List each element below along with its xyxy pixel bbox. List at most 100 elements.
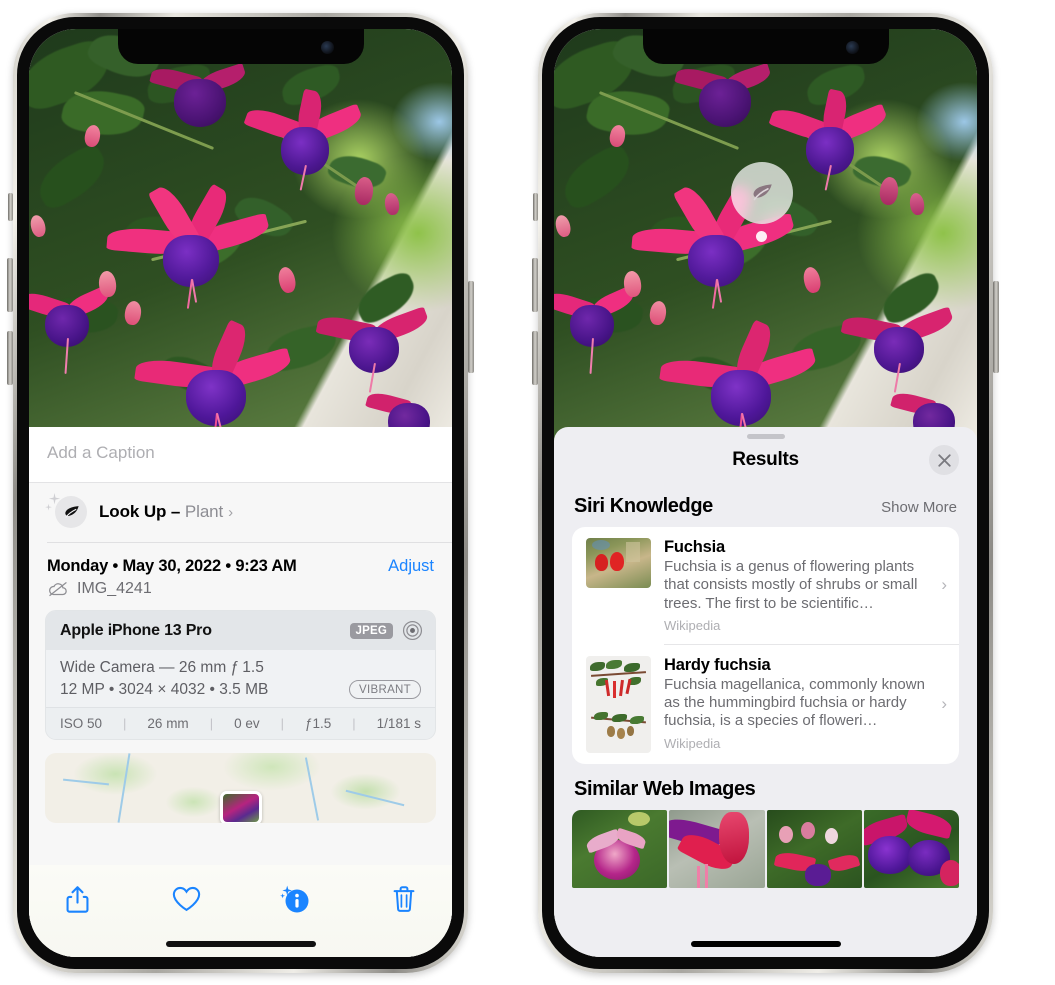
share-button[interactable]: [55, 879, 99, 919]
exif-iso: ISO 50: [60, 716, 103, 731]
info-button[interactable]: [273, 879, 317, 919]
camera-card-body: Wide Camera — 26 mm ƒ 1.5 12 MP • 3024 ×…: [46, 650, 435, 707]
volume-up-button[interactable]: [7, 258, 13, 312]
share-icon: [66, 885, 88, 913]
siri-knowledge-header: Siri Knowledge Show More: [554, 481, 977, 527]
web-image-1[interactable]: [572, 809, 668, 888]
map-road: [345, 789, 405, 807]
knowledge-source: Wikipedia: [664, 617, 721, 633]
fuchsia-flower: [134, 309, 294, 447]
power-button[interactable]: [468, 281, 474, 373]
hardy-fuchsia-herbarium-thumb: [586, 655, 651, 753]
location-map[interactable]: [45, 753, 436, 823]
exif-separator: |: [352, 716, 356, 731]
file-row: IMG_4241: [29, 576, 452, 610]
knowledge-title: Hardy fuchsia: [664, 655, 771, 674]
knowledge-title: Fuchsia: [664, 538, 725, 556]
list-item[interactable]: Hardy fuchsia Fuchsia magellanica, commo…: [572, 645, 959, 764]
close-icon: [937, 453, 951, 467]
look-up-icon-wrap: [45, 492, 93, 529]
fuchsia-flower: [659, 309, 819, 447]
exif-separator: |: [123, 716, 127, 731]
photo-specs: 12 MP • 3024 × 4032 • 3.5 MB: [60, 680, 269, 698]
info-sparkle-icon: [280, 885, 309, 913]
silent-switch[interactable]: [8, 193, 13, 221]
fuchsia-flower: [243, 73, 365, 191]
camera-info-card[interactable]: Apple iPhone 13 Pro JPEG Wide Camera — 2…: [45, 610, 436, 740]
device-bezel: Results Siri Knowledge Show More Fuchsia…: [542, 17, 989, 969]
adjust-button[interactable]: Adjust: [388, 557, 434, 576]
trash-icon: [393, 885, 415, 912]
chevron-right-icon: ›: [941, 694, 947, 714]
camera-card-header: Apple iPhone 13 Pro JPEG: [46, 611, 435, 650]
web-image-3[interactable]: [766, 809, 862, 888]
visual-lookup-anchor-dot: [756, 231, 767, 242]
map-photo-pin[interactable]: [219, 791, 262, 823]
volume-down-button[interactable]: [7, 331, 13, 385]
date-row: Monday • May 30, 2022 • 9:23 AM Adjust: [29, 543, 452, 576]
sparkle-small-icon: [45, 503, 52, 511]
device-notch: [642, 29, 889, 64]
exif-focal-length: 26 mm: [147, 716, 189, 731]
delete-button[interactable]: [382, 879, 426, 919]
results-sheet: Results Siri Knowledge Show More Fuchsia…: [554, 427, 977, 957]
similar-web-images-row[interactable]: [554, 809, 977, 888]
chevron-right-icon: ›: [941, 575, 947, 595]
knowledge-description: Fuchsia magellanica, commonly known as t…: [664, 675, 925, 730]
list-item-body: Hardy fuchsia Fuchsia magellanica, commo…: [651, 656, 939, 751]
exif-shutter-speed: 1/181 s: [376, 716, 421, 731]
silent-switch[interactable]: [533, 193, 538, 221]
home-indicator[interactable]: [165, 941, 316, 947]
fuchsia-red-flowers-thumb: [586, 538, 651, 588]
volume-up-button[interactable]: [532, 258, 538, 312]
exif-row: ISO 50 | 26 mm | 0 ev | ƒ1.5 | 1/181 s: [46, 707, 435, 739]
exif-aperture: ƒ1.5: [305, 716, 332, 731]
leaf-icon: [64, 505, 79, 518]
results-header: Results: [554, 439, 977, 481]
exif-exposure-bias: 0 ev: [234, 716, 260, 731]
caption-input[interactable]: Add a Caption: [47, 443, 434, 463]
camera-header-badges: JPEG: [349, 620, 423, 641]
similar-web-images-header: Similar Web Images: [554, 764, 977, 808]
style-badge: VIBRANT: [349, 680, 421, 699]
front-camera: [845, 41, 859, 54]
web-image-2[interactable]: [669, 809, 765, 888]
web-image-4[interactable]: [863, 809, 959, 888]
lens-info: Wide Camera — 26 mm ƒ 1.5: [60, 659, 264, 676]
fuchsia-flower: [106, 173, 272, 309]
photo-info-sheet: Add a Caption Look Up – Plant › Monday •…: [29, 427, 452, 957]
volume-down-button[interactable]: [532, 331, 538, 385]
cloud-slash-icon: [49, 582, 67, 597]
format-badge: JPEG: [349, 622, 393, 639]
caption-row[interactable]: Add a Caption: [29, 427, 452, 483]
favorite-button[interactable]: [164, 879, 208, 919]
screen-right: Results Siri Knowledge Show More Fuchsia…: [554, 29, 977, 957]
similar-web-images-title: Similar Web Images: [574, 777, 756, 800]
home-indicator[interactable]: [690, 941, 841, 947]
specs-row: 12 MP • 3024 × 4032 • 3.5 MB VIBRANT: [60, 680, 421, 699]
look-up-label: Look Up: [99, 502, 167, 521]
knowledge-description: Fuchsia is a genus of flowering plants t…: [664, 558, 918, 612]
look-up-subject: Plant: [184, 502, 224, 521]
visual-lookup-leaf-badge[interactable]: [731, 162, 793, 224]
results-title: Results: [732, 449, 799, 470]
screenshot-stage: Add a Caption Look Up – Plant › Monday •…: [0, 0, 1055, 985]
look-up-label-group: Look Up – Plant ›: [99, 502, 233, 522]
show-more-button[interactable]: Show More: [881, 499, 957, 516]
siri-knowledge-card: Fuchsia Fuchsia is a genus of flowering …: [572, 527, 959, 764]
list-item[interactable]: Fuchsia Fuchsia is a genus of flowering …: [572, 527, 959, 644]
knowledge-source: Wikipedia: [664, 735, 721, 751]
aperture-icon[interactable]: [402, 620, 423, 641]
photo-date: Monday • May 30, 2022 • 9:23 AM: [47, 557, 297, 575]
leaf-icon: [753, 184, 772, 201]
device-bezel: Add a Caption Look Up – Plant › Monday •…: [17, 17, 464, 969]
siri-knowledge-title: Siri Knowledge: [574, 495, 713, 517]
close-button[interactable]: [929, 445, 959, 475]
iphone-left: Add a Caption Look Up – Plant › Monday •…: [7, 13, 474, 973]
power-button[interactable]: [993, 281, 999, 373]
file-name: IMG_4241: [77, 580, 152, 597]
look-up-dash: –: [166, 502, 185, 521]
look-up-row[interactable]: Look Up – Plant ›: [29, 483, 452, 542]
map-road: [304, 757, 320, 821]
heart-icon: [172, 886, 200, 912]
